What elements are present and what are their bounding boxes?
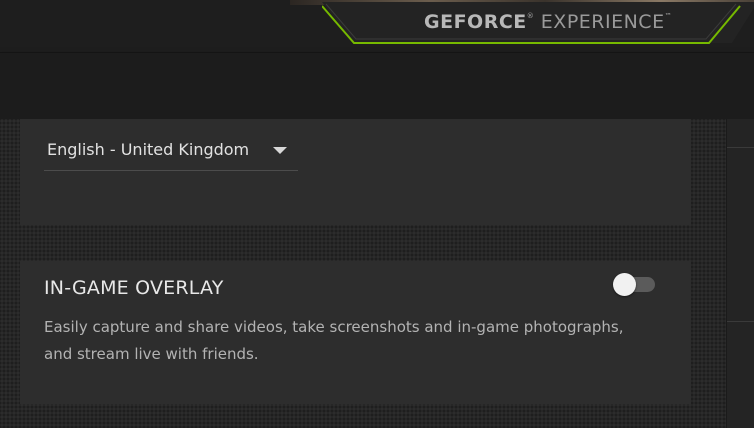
overlay-toggle[interactable]	[613, 273, 655, 296]
rail-divider	[727, 147, 754, 148]
title-bar: GEFORCE® EXPERIENCE™	[0, 0, 754, 52]
overlay-title: IN-GAME OVERLAY	[44, 277, 224, 299]
language-dropdown[interactable]: English - United Kingdom	[44, 135, 298, 171]
brand-light-text: EXPERIENCE	[534, 11, 665, 33]
toggle-knob	[613, 273, 636, 296]
chevron-down-icon	[273, 147, 287, 154]
language-card: English - United Kingdom	[20, 119, 691, 225]
brand-logo: GEFORCE® EXPERIENCE™	[322, 0, 754, 44]
right-panel	[726, 119, 754, 428]
brand-bold-text: GEFORCE	[424, 11, 527, 33]
brand-registered-mark: ®	[526, 12, 535, 20]
in-game-overlay-card: IN-GAME OVERLAY Easily capture and share…	[20, 261, 691, 404]
language-selected-value: English - United Kingdom	[47, 140, 250, 159]
brand-trademark: ™	[664, 12, 673, 20]
navigation-bar	[0, 52, 754, 119]
brand-wordmark: GEFORCE® EXPERIENCE™	[424, 11, 672, 33]
rail-divider	[727, 321, 754, 322]
overlay-description: Easily capture and share videos, take sc…	[44, 318, 624, 363]
